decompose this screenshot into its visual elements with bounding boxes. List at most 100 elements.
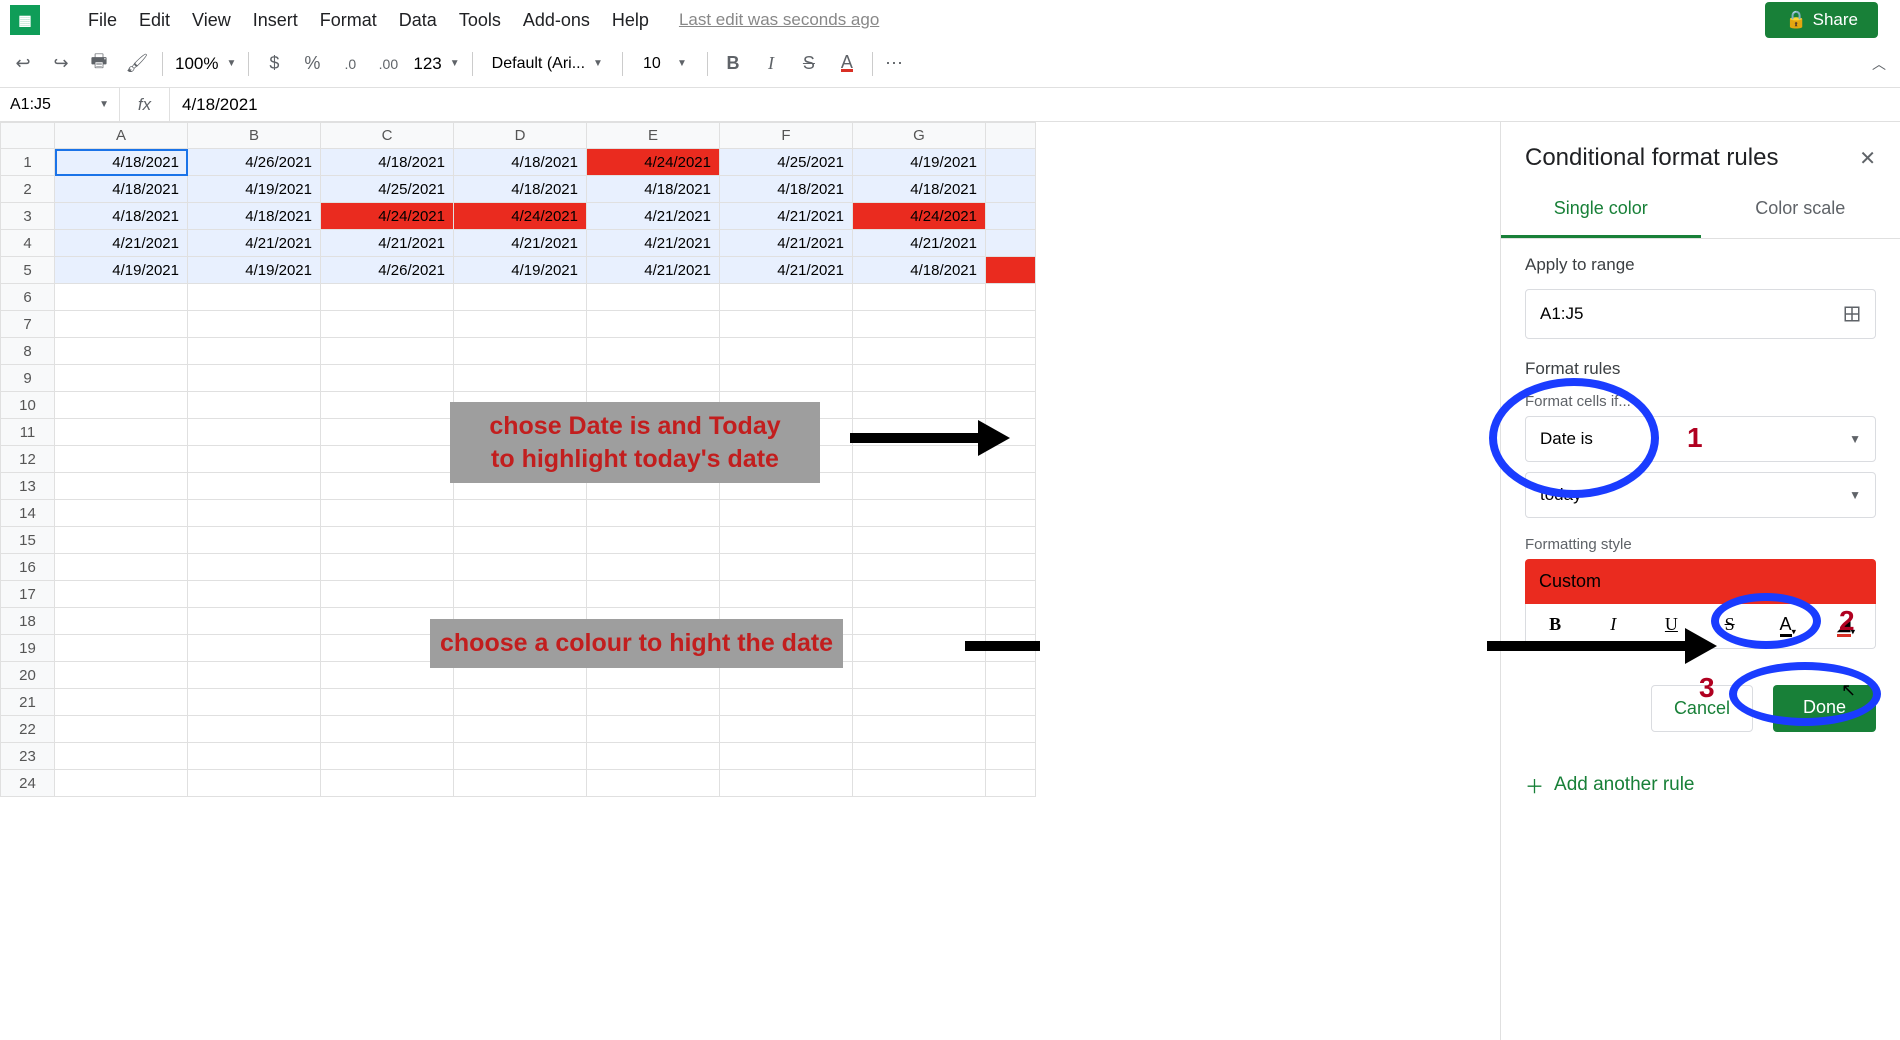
cell-F23[interactable] [720, 743, 853, 770]
tab-color-scale[interactable]: Color scale [1701, 182, 1900, 238]
bold-button[interactable]: B [720, 51, 746, 77]
share-button[interactable]: 🔒 Share [1765, 2, 1878, 38]
cell-A24[interactable] [55, 770, 188, 797]
cell-A23[interactable] [55, 743, 188, 770]
toolbar-more-button[interactable]: ⋯ [885, 53, 905, 74]
cell-C8[interactable] [321, 338, 454, 365]
cell-G13[interactable] [853, 473, 986, 500]
cell-B14[interactable] [188, 500, 321, 527]
cell-E9[interactable] [587, 365, 720, 392]
undo-button[interactable]: ↩ [10, 51, 36, 77]
italic-button[interactable]: I [758, 51, 784, 77]
cell-G6[interactable] [853, 284, 986, 311]
cell-F5[interactable]: 4/21/2021 [720, 257, 853, 284]
cell-C23[interactable] [321, 743, 454, 770]
cell-C4[interactable]: 4/21/2021 [321, 230, 454, 257]
cell-D2[interactable]: 4/18/2021 [454, 176, 587, 203]
cell-D4[interactable]: 4/21/2021 [454, 230, 587, 257]
menu-view[interactable]: View [192, 10, 231, 31]
cell-D22[interactable] [454, 716, 587, 743]
cell-extra-8[interactable] [986, 338, 1036, 365]
row-header-4[interactable]: 4 [1, 230, 55, 257]
cell-B11[interactable] [188, 419, 321, 446]
row-header-5[interactable]: 5 [1, 257, 55, 284]
cell-A2[interactable]: 4/18/2021 [55, 176, 188, 203]
cell-B19[interactable] [188, 635, 321, 662]
row-header-19[interactable]: 19 [1, 635, 55, 662]
cell-E22[interactable] [587, 716, 720, 743]
cell-A4[interactable]: 4/21/2021 [55, 230, 188, 257]
cell-C24[interactable] [321, 770, 454, 797]
redo-button[interactable]: ↪ [48, 51, 74, 77]
cell-F15[interactable] [720, 527, 853, 554]
cell-E21[interactable] [587, 689, 720, 716]
column-header-E[interactable]: E [587, 123, 720, 149]
cell-extra-7[interactable] [986, 311, 1036, 338]
cell-E5[interactable]: 4/21/2021 [587, 257, 720, 284]
cell-C5[interactable]: 4/26/2021 [321, 257, 454, 284]
cell-extra-1[interactable] [986, 149, 1036, 176]
cell-G23[interactable] [853, 743, 986, 770]
paint-format-button[interactable]: 🖌 [124, 51, 150, 77]
cell-D23[interactable] [454, 743, 587, 770]
cell-B12[interactable] [188, 446, 321, 473]
text-color-button[interactable]: A [834, 51, 860, 77]
currency-button[interactable]: $ [261, 51, 287, 77]
cell-A9[interactable] [55, 365, 188, 392]
cell-B7[interactable] [188, 311, 321, 338]
cell-B6[interactable] [188, 284, 321, 311]
range-input[interactable]: A1:J5 [1525, 289, 1876, 339]
cell-E24[interactable] [587, 770, 720, 797]
row-header-16[interactable]: 16 [1, 554, 55, 581]
cell-D6[interactable] [454, 284, 587, 311]
cell-D1[interactable]: 4/18/2021 [454, 149, 587, 176]
cell-B5[interactable]: 4/19/2021 [188, 257, 321, 284]
cell-E23[interactable] [587, 743, 720, 770]
column-header-extra[interactable] [986, 123, 1036, 149]
cell-A12[interactable] [55, 446, 188, 473]
row-header-9[interactable]: 9 [1, 365, 55, 392]
cell-F6[interactable] [720, 284, 853, 311]
cell-G1[interactable]: 4/19/2021 [853, 149, 986, 176]
cell-D16[interactable] [454, 554, 587, 581]
cell-E16[interactable] [587, 554, 720, 581]
cell-C10[interactable] [321, 392, 454, 419]
cell-B2[interactable]: 4/19/2021 [188, 176, 321, 203]
cell-B20[interactable] [188, 662, 321, 689]
cell-D9[interactable] [454, 365, 587, 392]
row-header-3[interactable]: 3 [1, 203, 55, 230]
cell-C16[interactable] [321, 554, 454, 581]
cell-A15[interactable] [55, 527, 188, 554]
cell-C22[interactable] [321, 716, 454, 743]
cell-C21[interactable] [321, 689, 454, 716]
row-header-15[interactable]: 15 [1, 527, 55, 554]
row-header-17[interactable]: 17 [1, 581, 55, 608]
cell-D8[interactable] [454, 338, 587, 365]
cell-C3[interactable]: 4/24/2021 [321, 203, 454, 230]
cell-C6[interactable] [321, 284, 454, 311]
cell-C17[interactable] [321, 581, 454, 608]
cell-E17[interactable] [587, 581, 720, 608]
menu-insert[interactable]: Insert [253, 10, 298, 31]
cell-B8[interactable] [188, 338, 321, 365]
cell-F21[interactable] [720, 689, 853, 716]
last-edit-text[interactable]: Last edit was seconds ago [679, 10, 879, 30]
cell-extra-14[interactable] [986, 500, 1036, 527]
cell-G15[interactable] [853, 527, 986, 554]
menu-format[interactable]: Format [320, 10, 377, 31]
menu-file[interactable]: File [88, 10, 117, 31]
zoom-select[interactable]: 100% ▼ [175, 54, 236, 74]
cell-A11[interactable] [55, 419, 188, 446]
column-header-A[interactable]: A [55, 123, 188, 149]
cell-G4[interactable]: 4/21/2021 [853, 230, 986, 257]
cell-G24[interactable] [853, 770, 986, 797]
cell-D15[interactable] [454, 527, 587, 554]
cell-F17[interactable] [720, 581, 853, 608]
cell-B10[interactable] [188, 392, 321, 419]
cell-A7[interactable] [55, 311, 188, 338]
cell-E6[interactable] [587, 284, 720, 311]
cell-F7[interactable] [720, 311, 853, 338]
cell-G20[interactable] [853, 662, 986, 689]
cell-B23[interactable] [188, 743, 321, 770]
menu-tools[interactable]: Tools [459, 10, 501, 31]
